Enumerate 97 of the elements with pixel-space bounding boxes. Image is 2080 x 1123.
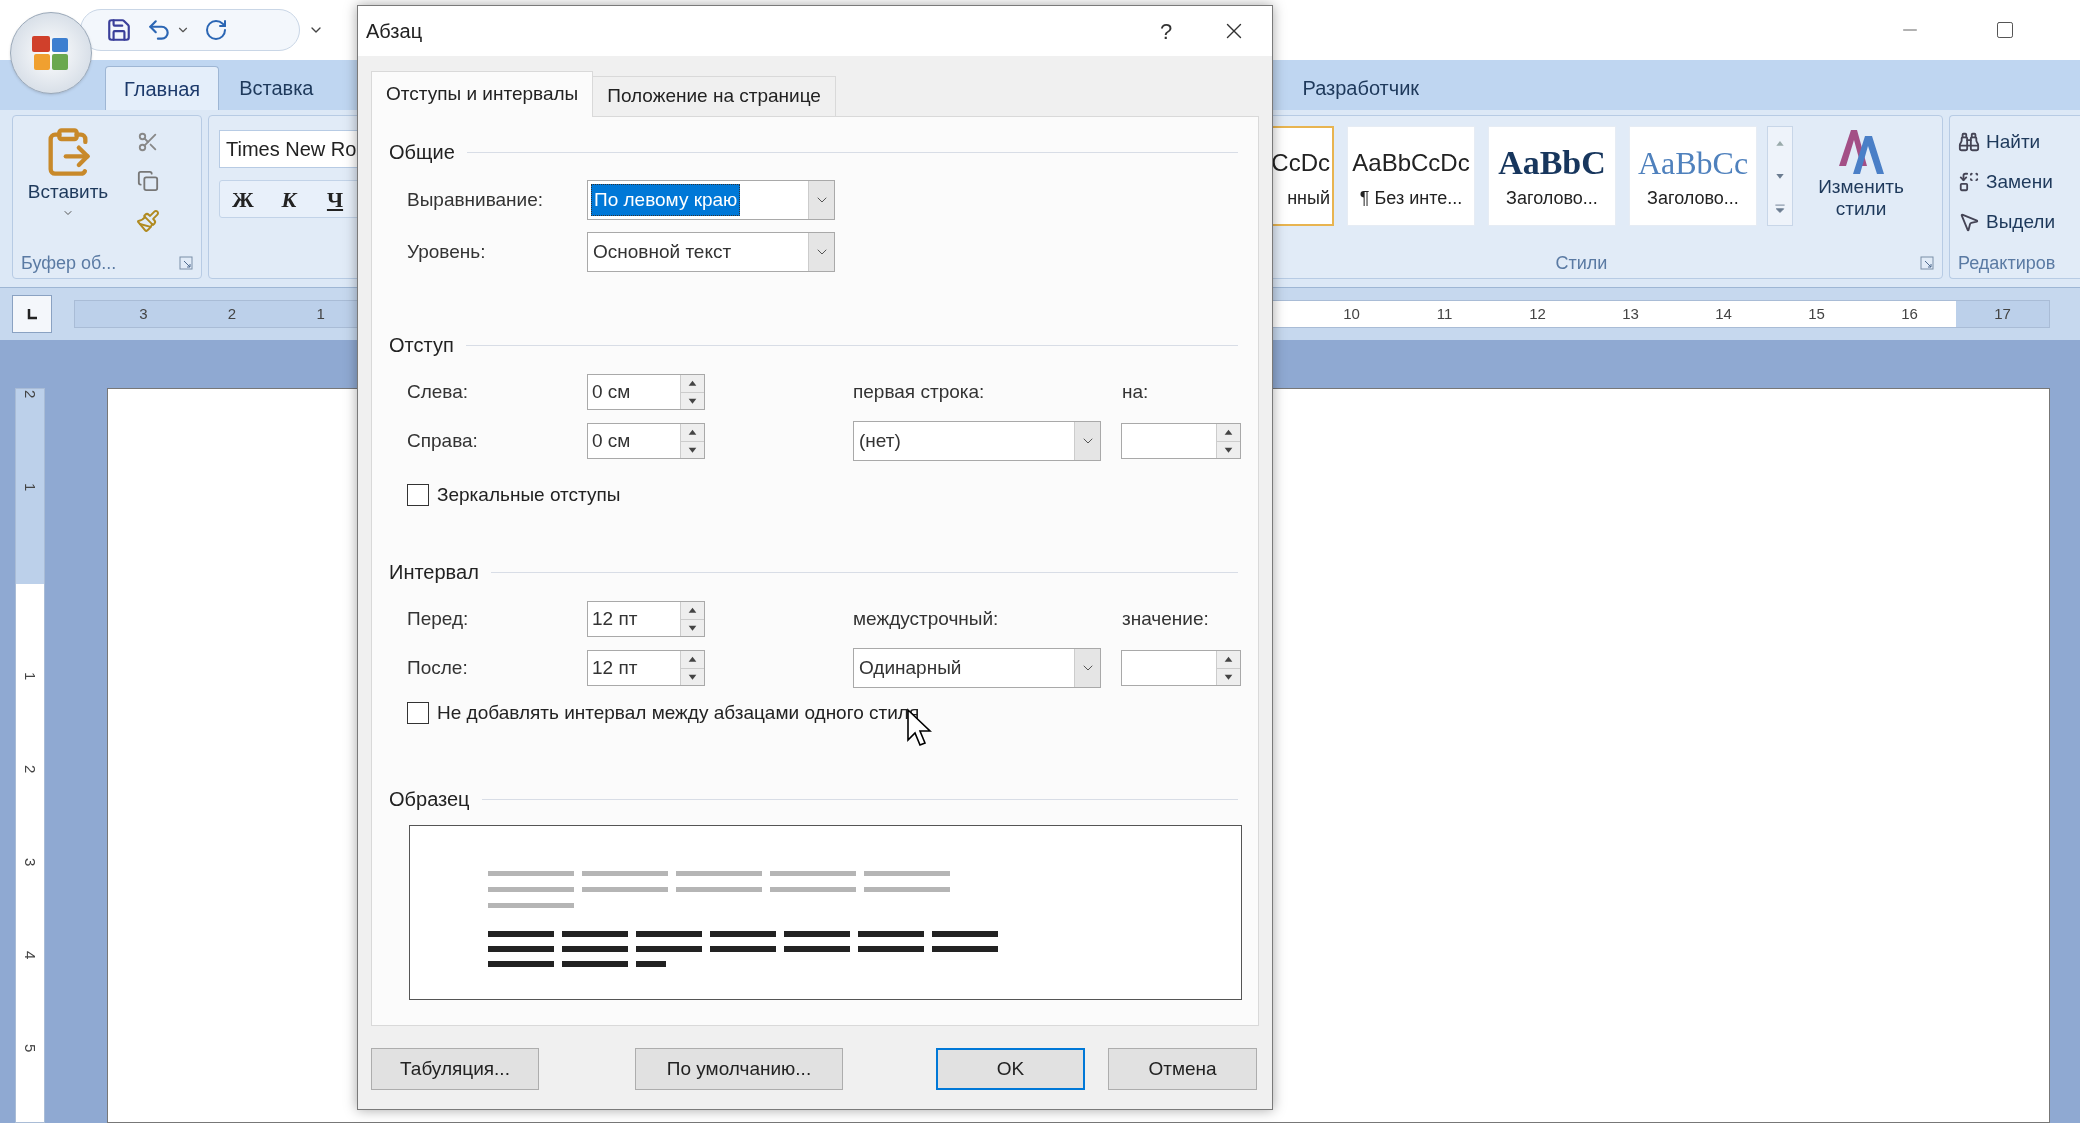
field-label: значение: (1122, 606, 1209, 631)
style-item[interactable]: AaBbCcDc ¶ Без инте... (1347, 126, 1475, 226)
style-preview: AaBbC (1498, 143, 1606, 183)
paste-button[interactable]: Вставить (13, 116, 123, 248)
field-label: Уровень: (407, 239, 487, 264)
section-heading: Интервал (389, 560, 479, 585)
dropdown[interactable]: По левому краю (587, 180, 835, 220)
dialog-button[interactable]: По умолчанию... (635, 1048, 843, 1090)
ruler-number: 17 (1994, 303, 2011, 324)
save-icon[interactable] (106, 17, 132, 43)
field-label: Слева: (407, 379, 470, 404)
style-preview: AaBbCcDc (1352, 147, 1470, 178)
style-item[interactable]: AaBbC Заголово... (1488, 126, 1616, 226)
style-name: нный (1287, 186, 1330, 210)
spin-field[interactable] (1121, 423, 1241, 459)
redo-icon[interactable] (204, 18, 228, 42)
ruler-number: 3 (139, 303, 148, 324)
field-label: Справа: (407, 428, 479, 453)
ribbon-tab[interactable]: Главная (105, 66, 220, 110)
spin-field[interactable] (1121, 650, 1241, 686)
dialog-launcher-icon[interactable] (1920, 256, 1934, 270)
dialog-title: Абзац (366, 19, 423, 44)
ruler-number: 2 (227, 303, 237, 324)
field-label: междустрочный: (853, 606, 1000, 631)
spin-field[interactable]: 0 см (587, 423, 705, 459)
spin-up-icon[interactable] (681, 651, 704, 668)
dropdown[interactable]: Основной текст (587, 232, 835, 272)
ribbon-tab[interactable]: Вставка (221, 66, 332, 110)
spin-up-icon[interactable] (681, 602, 704, 619)
binoculars-icon (1958, 131, 1980, 153)
spin-up-icon[interactable] (681, 375, 704, 392)
ruler-number: 11 (1436, 303, 1453, 324)
ruler-number: 5 (21, 1044, 41, 1053)
maximize-icon[interactable] (1995, 20, 2015, 40)
ruler-number: 1 (316, 303, 325, 324)
dialog-button[interactable]: Отмена (1108, 1048, 1257, 1090)
field-label: первая строка: (853, 379, 986, 404)
dropdown[interactable]: (нет) (853, 421, 1101, 461)
dropdown[interactable]: Одинарный (853, 648, 1101, 688)
undo-icon[interactable] (146, 17, 172, 43)
ruler-number: 4 (21, 951, 41, 960)
underline-button[interactable]: Ч (312, 181, 358, 217)
dialog-tab[interactable]: Положение на странице (592, 76, 836, 116)
spin-up-icon[interactable] (681, 424, 704, 441)
ribbon-tab[interactable]: Разработчик (1284, 66, 1438, 110)
editing-button[interactable]: Найти (1958, 127, 2080, 157)
checkbox-label: Зеркальные отступы (437, 482, 621, 507)
ruler-number: 15 (1808, 303, 1825, 324)
spin-up-icon[interactable] (1217, 651, 1240, 668)
style-item[interactable]: AaBbCc Заголово... (1629, 126, 1757, 226)
section-heading: Образец (389, 787, 470, 812)
left-tab-icon (26, 308, 38, 320)
style-preview: CcDc (1271, 147, 1330, 178)
field-label: После: (407, 655, 469, 680)
paintbrush-icon[interactable] (136, 209, 160, 234)
spin-field[interactable]: 0 см (587, 374, 705, 410)
ruler-number: 13 (1622, 303, 1639, 324)
copy-icon[interactable] (137, 170, 159, 192)
spin-up-icon[interactable] (1217, 424, 1240, 441)
field-label: Выравнивание: (407, 187, 545, 212)
ruler-number: 1 (21, 672, 41, 681)
ruler-number: 14 (1715, 303, 1732, 324)
group-label: Буфер об... (21, 251, 117, 275)
ruler-number: 2 (21, 765, 41, 774)
pointer-icon (1958, 211, 1980, 233)
spin-field[interactable]: 12 пт (587, 650, 705, 686)
help-button[interactable]: ? (1141, 11, 1191, 51)
dialog-button[interactable]: Табуляция... (371, 1048, 539, 1090)
checkbox[interactable] (407, 484, 429, 506)
ruler-number: 12 (1529, 303, 1546, 324)
ruler-number: 16 (1901, 303, 1918, 324)
group-label: Редактиров (1958, 251, 2056, 275)
italic-button[interactable]: К (266, 181, 312, 217)
ruler-number: 10 (1343, 303, 1360, 324)
replace-icon (1958, 171, 1980, 193)
checkbox[interactable] (407, 702, 429, 724)
dialog-tab[interactable]: Отступы и интервалы (371, 71, 594, 117)
dialog-button[interactable]: OK (936, 1048, 1085, 1090)
spin-field[interactable]: 12 пт (587, 601, 705, 637)
ruler-number: 2 (21, 390, 41, 399)
scissors-icon[interactable] (137, 130, 159, 153)
style-name: ¶ Без инте... (1359, 186, 1463, 210)
ruler-number: 1 (21, 483, 41, 492)
group-label: Стили (1555, 251, 1608, 275)
field-label: на: (1122, 379, 1149, 404)
bold-button[interactable]: Ж (220, 181, 266, 217)
style-name: Заголово... (1647, 186, 1739, 210)
tab-selector-button[interactable] (12, 295, 52, 333)
ruler-number: 3 (21, 858, 41, 867)
style-name: Заголово... (1506, 186, 1598, 210)
style-preview: AaBbCc (1637, 143, 1749, 183)
dialog-launcher-icon[interactable] (179, 256, 193, 270)
change-styles-button[interactable]: Изменить стили (1801, 126, 1921, 220)
section-heading: Отступ (389, 333, 454, 358)
editing-button[interactable]: Замени (1958, 167, 2080, 197)
field-label: Перед: (407, 606, 470, 631)
editing-button[interactable]: Выдели (1958, 207, 2080, 237)
